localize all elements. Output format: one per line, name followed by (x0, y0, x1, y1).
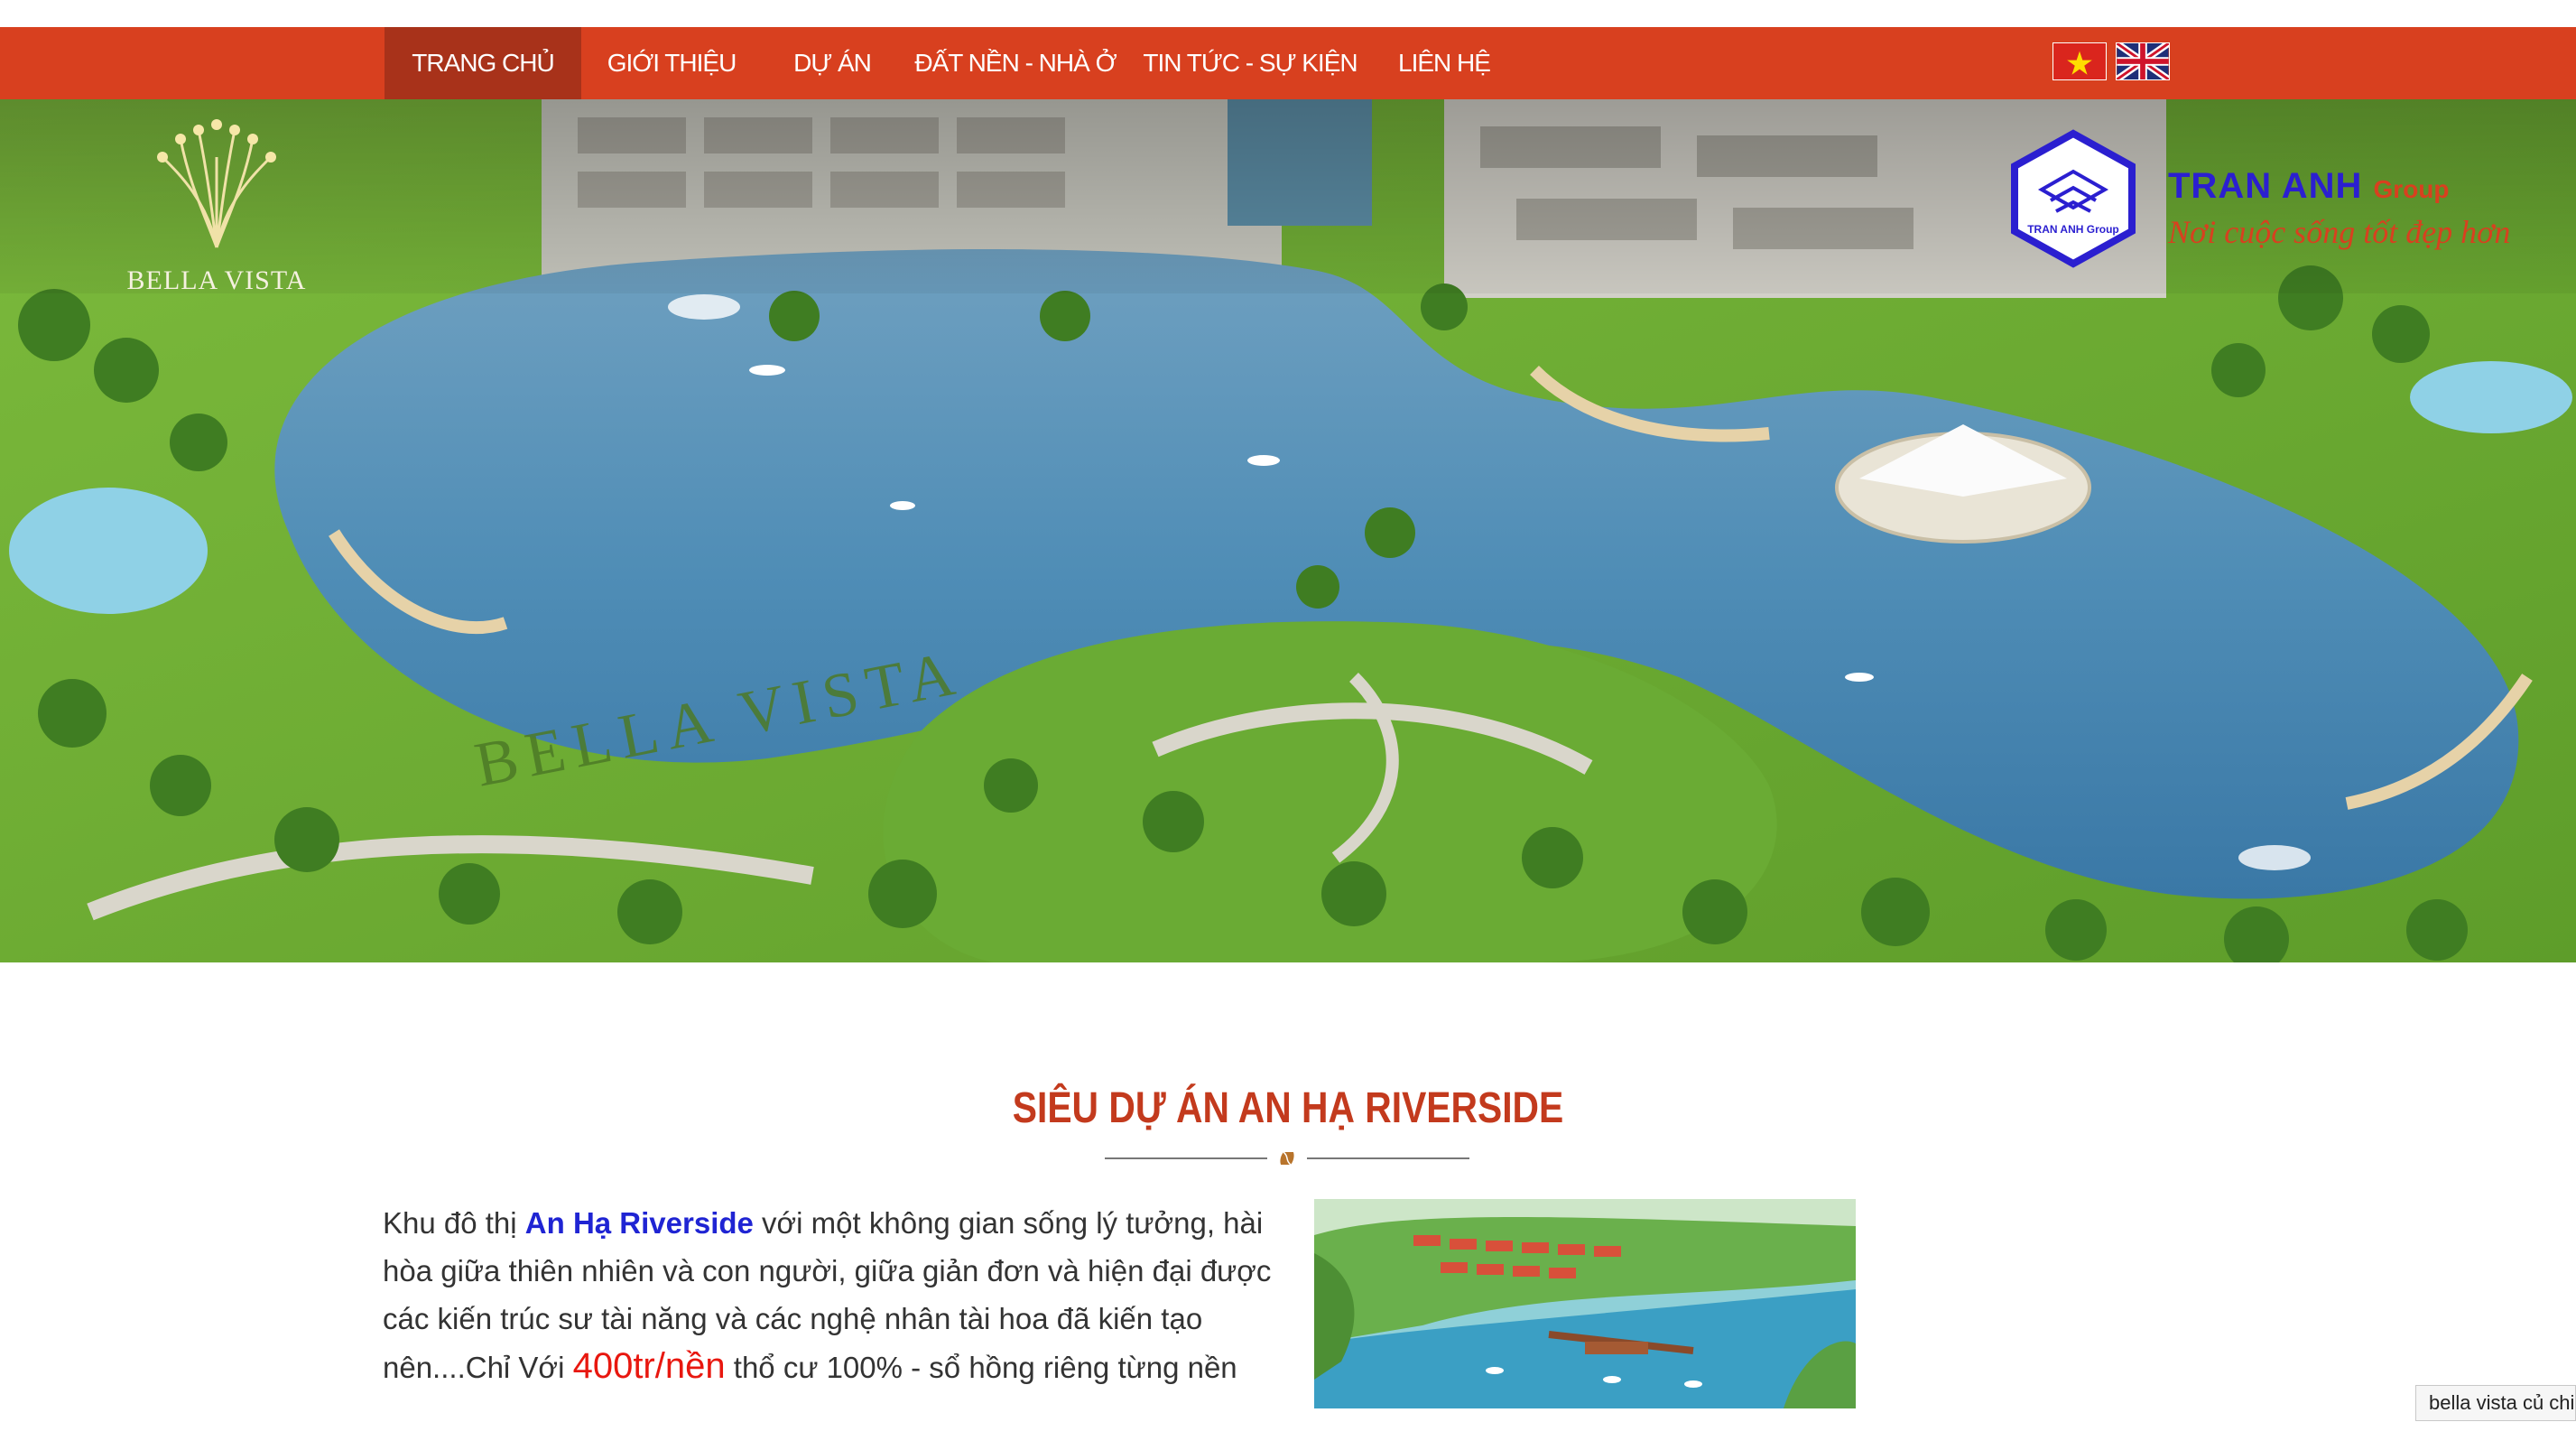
nav-item-news-events[interactable]: TIN TỨC - SỰ KIỆN (1128, 27, 1372, 99)
main-navbar: TRANG CHỦ GIỚI THIỆU DỰ ÁN ĐẤT NỀN - NHÀ… (0, 27, 2576, 99)
nav-item-home[interactable]: TRANG CHỦ (385, 27, 581, 99)
project-thumbnail-image[interactable] (1314, 1199, 1856, 1408)
nav-item-about[interactable]: GIỚI THIỆU (581, 27, 762, 99)
uk-flag-icon[interactable] (2116, 42, 2170, 80)
bella-vista-logo[interactable]: BELLA VISTA (126, 103, 307, 311)
nav-item-projects[interactable]: DỰ ÁN (762, 27, 903, 99)
nav-menu: TRANG CHỦ GIỚI THIỆU DỰ ÁN ĐẤT NỀN - NHÀ… (385, 27, 1516, 99)
hero-banner: BELLA VISTA BELLA VISTA TRAN ANH Group T… (0, 99, 2576, 962)
project-intro-text: Khu đô thị An Hạ Riverside với một không… (383, 1199, 1276, 1391)
nav-item-contact[interactable]: LIÊN HỆ (1372, 27, 1516, 99)
vietnam-flag-icon[interactable] (2052, 42, 2107, 80)
project-rendering (1314, 1199, 1856, 1408)
title-divider (1105, 1152, 1469, 1165)
bella-vista-emblem-icon (157, 119, 276, 248)
project-name-link[interactable]: An Hạ Riverside (525, 1206, 754, 1240)
top-strip (0, 0, 2576, 27)
tran-anh-group-logo[interactable]: TRAN ANH Group TRAN ANH Group Nơi cuộc s… (2006, 126, 2511, 271)
price-highlight: 400tr/nền (572, 1346, 726, 1386)
tran-anh-hexagon-icon: TRAN ANH Group (2011, 129, 2136, 268)
intro-tail: thổ cư 100% - sổ hồng riêng từng nền (725, 1351, 1237, 1384)
section-title: SIÊU DỰ ÁN AN HẠ RIVERSIDE (1012, 1084, 1564, 1132)
company-name: TRAN ANH Group (2168, 166, 2450, 207)
company-slogan: Nơi cuộc sống tốt đẹp hơn (2168, 214, 2511, 250)
bella-vista-logo-text: BELLA VISTA (126, 265, 307, 295)
language-switcher (2052, 42, 2170, 80)
company-group-text: Group (2373, 175, 2450, 203)
tran-anh-logo-inner-text: TRAN ANH Group (2027, 223, 2119, 236)
intro-lead: Khu đô thị (383, 1206, 525, 1240)
nav-item-land-houses[interactable]: ĐẤT NỀN - NHÀ Ở (903, 27, 1128, 99)
company-name-text: TRAN ANH (2168, 166, 2363, 206)
hover-tooltip: bella vista củ chi (2415, 1385, 2576, 1421)
